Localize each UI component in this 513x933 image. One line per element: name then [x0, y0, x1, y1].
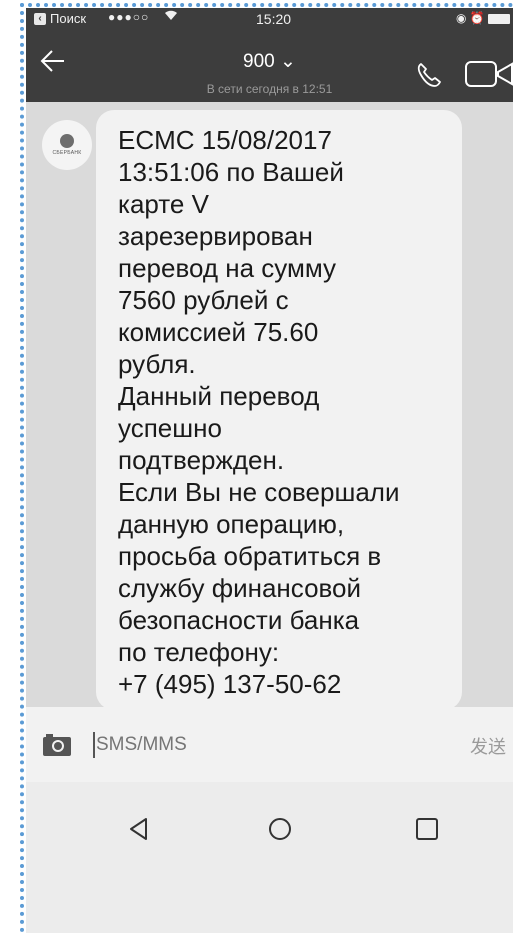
square-recent-icon[interactable] [414, 816, 440, 842]
dotted-frame-top [20, 3, 513, 7]
triangle-back-icon[interactable] [126, 816, 152, 842]
alarm-icon: ◉ ⏰ [456, 11, 485, 25]
sms-input[interactable] [92, 731, 416, 759]
message-text: ECMC 15/08/2017 13:51:06 по Вашей карте … [118, 125, 400, 699]
send-button[interactable]: 发送 [470, 733, 506, 759]
compose-bar: 发送 [26, 707, 513, 782]
sender-avatar[interactable]: СБЕРБАНК [42, 120, 92, 170]
message-list[interactable]: СБЕРБАНК ECMC 15/08/2017 13:51:06 по Ваш… [26, 102, 513, 710]
camera-icon[interactable] [42, 733, 72, 757]
wifi-icon [163, 8, 179, 25]
circle-home-icon[interactable] [267, 816, 293, 842]
dotted-frame-left [20, 3, 24, 933]
system-nav-bar [26, 782, 513, 933]
sender-logo-text: СБЕРБАНК [52, 150, 82, 156]
phone-screen: ‹ Поиск ●●●○○ 15:20 ◉ ⏰ 900 ⌄ В сети сег… [26, 8, 513, 933]
sberbank-logo-icon [60, 134, 74, 148]
back-app-label: Поиск [50, 11, 87, 26]
back-app-icon: ‹ [34, 12, 46, 25]
video-call-icon[interactable] [462, 58, 513, 90]
status-bar: ‹ Поиск ●●●○○ 15:20 ◉ ⏰ [26, 8, 513, 30]
chat-header: 900 ⌄ В сети сегодня в 12:51 [26, 30, 513, 102]
message-bubble[interactable]: ECMC 15/08/2017 13:51:06 по Вашей карте … [96, 110, 462, 710]
back-to-app-link[interactable]: ‹ Поиск [34, 11, 86, 26]
status-time: 15:20 [256, 11, 292, 27]
signal-strength-icon: ●●●○○ [108, 10, 150, 24]
phone-call-icon[interactable] [414, 60, 444, 90]
battery-icon [488, 14, 510, 24]
